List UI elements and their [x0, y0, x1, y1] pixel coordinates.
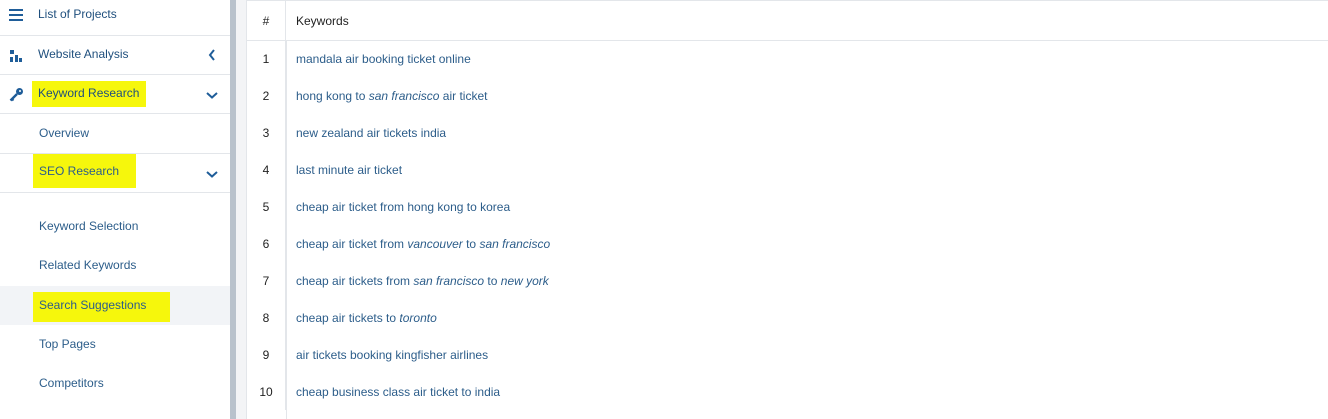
row-number: 10 [247, 373, 286, 410]
sidebar-item-related-keywords[interactable]: Related Keywords [0, 247, 230, 286]
chevron-down-icon[interactable] [206, 168, 218, 180]
sidebar-item-keyword-selection[interactable]: Keyword Selection [0, 208, 230, 247]
table-row: 2 hong kong to san francisco air ticket [247, 77, 1328, 114]
row-number: 4 [247, 151, 286, 188]
keyword-text-part: cheap air ticket from hong kong to korea [296, 199, 511, 214]
keyword-link[interactable]: mandala air booking ticket online [296, 40, 471, 77]
keyword-text-part: last minute air ticket [296, 162, 403, 177]
row-number: 5 [247, 188, 286, 225]
keyword-text-part: mandala air booking ticket online [296, 51, 471, 66]
sidebar-item-label: List of Projects [38, 7, 117, 21]
sidebar-item-label: Search Suggestions [33, 292, 171, 322]
table-row: 10 cheap business class air ticket to ind… [247, 373, 1328, 410]
sidebar-item-overview[interactable]: Overview [0, 114, 230, 154]
chevron-down-icon[interactable] [206, 89, 218, 101]
sidebar-item-keyword-research[interactable]: Keyword Research [0, 75, 230, 114]
sidebar-item-list-of-projects[interactable]: List of Projects [0, 0, 230, 36]
sidebar-item-website-analysis[interactable]: Website Analysis [0, 36, 230, 75]
content-gutter [236, 0, 246, 419]
row-number: 8 [247, 299, 286, 336]
sidebar-item-label: SEO Research [33, 154, 137, 188]
keyword-text-part: san francisco [368, 88, 440, 103]
keyword-link[interactable]: cheap air tickets from san francisco to … [296, 262, 549, 299]
table-row: 8 cheap air tickets to toronto [247, 299, 1328, 336]
keyword-text-part: to [484, 273, 501, 288]
keyword-text-part: cheap air ticket from [296, 236, 408, 251]
keyword-link[interactable]: cheap air ticket from hong kong to korea [296, 188, 510, 225]
sidebar-item-top-pages[interactable]: Top Pages [0, 325, 230, 364]
keyword-text-part: vancouver [407, 236, 463, 251]
row-number: 2 [247, 77, 286, 114]
key-icon [8, 86, 24, 102]
keyword-link[interactable]: cheap business class air ticket to india [296, 373, 500, 410]
row-number: 9 [247, 336, 286, 373]
sidebar: List of Projects Website Analysis Keywor… [0, 0, 230, 419]
keyword-text-part: san francisco [479, 236, 551, 251]
keyword-text-part: cheap business class air ticket to india [296, 384, 501, 399]
keyword-text-part: air tickets booking kingfisher airlines [296, 347, 489, 362]
keyword-text-part: hong kong to [296, 88, 369, 103]
table-row: 4 last minute air ticket [247, 151, 1328, 188]
sidebar-item-label: Related Keywords [39, 258, 137, 272]
keyword-text-part: to [462, 236, 480, 251]
sidebar-item-label: Top Pages [39, 337, 96, 351]
row-number: 6 [247, 225, 286, 262]
sidebar-item-label: Website Analysis [38, 47, 129, 61]
analysis-icon [8, 48, 24, 64]
row-number: 3 [247, 114, 286, 151]
sidebar-item-search-suggestions[interactable]: Search Suggestions [0, 286, 230, 325]
table-header: # Keywords [247, 0, 1328, 41]
row-number: 7 [247, 262, 286, 299]
keyword-link[interactable]: hong kong to san francisco air ticket [296, 77, 487, 114]
column-header-keywords[interactable]: Keywords [296, 1, 349, 41]
sidebar-item-competitors[interactable]: Competitors [0, 364, 230, 403]
table-row: 9 air tickets booking kingfisher airlines [247, 336, 1328, 373]
keyword-text-part: air ticket [439, 88, 488, 103]
keyword-link[interactable]: last minute air ticket [296, 151, 402, 188]
keyword-text-part: cheap air tickets from [296, 273, 414, 288]
column-header-number[interactable]: # [247, 1, 286, 41]
keyword-link[interactable]: cheap air ticket from vancouver to san f… [296, 225, 550, 262]
row-number: 1 [247, 40, 286, 77]
sidebar-item-label: Competitors [39, 376, 104, 390]
table-row: 5 cheap air ticket from hong kong to kore… [247, 188, 1328, 225]
keyword-text-part: new zealand air tickets india [296, 125, 447, 140]
sidebar-item-label: Keyword Research [32, 81, 147, 107]
menu-icon [8, 7, 24, 23]
table-row: 3 new zealand air tickets india [247, 114, 1328, 151]
table-row: 7 cheap air tickets from san francisco to… [247, 262, 1328, 299]
keyword-link[interactable]: air tickets booking kingfisher airlines [296, 336, 488, 373]
keyword-text-part: san francisco [413, 273, 485, 288]
keyword-text-part: new york [500, 273, 549, 288]
keyword-text-part: toronto [399, 310, 437, 325]
sidebar-item-label: Overview [39, 126, 90, 140]
keyword-text-part: cheap air tickets to [296, 310, 400, 325]
keyword-link[interactable]: new zealand air tickets india [296, 114, 446, 151]
keyword-link[interactable]: cheap air tickets to toronto [296, 299, 437, 336]
chevron-left-icon[interactable] [206, 49, 218, 61]
sidebar-item-label: Keyword Selection [39, 219, 139, 233]
sidebar-item-seo-research[interactable]: SEO Research [0, 154, 230, 193]
keywords-table: # Keywords 1 mandala air booking ticket o… [246, 0, 1328, 419]
table-row: 6 cheap air ticket from vancouver to san … [247, 225, 1328, 262]
table-row: 1 mandala air booking ticket online [247, 40, 1328, 77]
